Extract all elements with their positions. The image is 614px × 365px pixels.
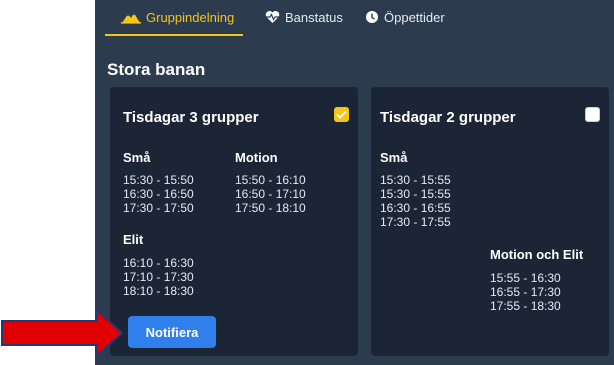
group-label-motion-och-elit: Motion och Elit	[490, 247, 584, 262]
checkmark-icon	[336, 110, 347, 119]
schedule-card-2-groups: Tisdagar 2 grupper Små 15:30 - 15:55 15:…	[371, 87, 609, 356]
time-slot: 15:30 - 15:50	[123, 173, 194, 187]
tab-banstatus[interactable]: Banstatus	[265, 10, 343, 34]
tab-label: Banstatus	[285, 10, 343, 25]
group-label-motion: Motion	[235, 150, 278, 165]
time-slot: 17:30 - 17:50	[123, 201, 194, 215]
section-title: Stora banan	[107, 60, 206, 79]
notify-button[interactable]: Notifiera	[128, 316, 216, 348]
group-times-elit: 16:10 - 16:30 17:10 - 17:30 18:10 - 18:3…	[123, 256, 194, 298]
group-times-sma: 15:30 - 15:50 16:30 - 16:50 17:30 - 17:5…	[123, 173, 194, 215]
time-slot: 18:10 - 18:30	[123, 284, 194, 298]
time-slot: 17:10 - 17:30	[123, 270, 194, 284]
tab-bar: Gruppindelning Banstatus Öppettider	[95, 0, 614, 38]
time-slot: 15:30 - 15:55	[380, 187, 451, 201]
group-label-elit: Elit	[123, 232, 144, 247]
tab-label: Öppettider	[384, 10, 445, 25]
mountain-icon	[121, 10, 141, 24]
time-slot: 16:10 - 16:30	[123, 256, 194, 270]
time-slot: 17:55 - 18:30	[490, 299, 561, 313]
group-label-sma: Små	[380, 150, 408, 165]
tab-gruppindelning[interactable]: Gruppindelning	[121, 10, 234, 34]
group-times-motion-och-elit: 15:55 - 16:30 16:55 - 17:30 17:55 - 18:3…	[490, 271, 561, 313]
active-tab-indicator	[105, 34, 243, 36]
time-slot: 15:50 - 16:10	[235, 173, 306, 187]
tab-label: Gruppindelning	[146, 10, 235, 25]
clock-icon	[365, 10, 379, 24]
time-slot: 15:55 - 16:30	[490, 271, 561, 285]
red-arrow-icon	[1, 307, 124, 359]
group-times-sma: 15:30 - 15:55 15:30 - 15:55 16:30 - 16:5…	[380, 173, 451, 229]
time-slot: 16:55 - 17:30	[490, 285, 561, 299]
time-slot: 16:30 - 16:50	[123, 187, 194, 201]
app-window: Gruppindelning Banstatus Öppettider Stor…	[95, 0, 614, 365]
group-label-sma: Små	[123, 150, 151, 165]
tab-oppettider[interactable]: Öppettider	[365, 10, 445, 34]
time-slot: 17:30 - 17:55	[380, 215, 451, 229]
time-slot: 15:30 - 15:55	[380, 173, 451, 187]
card-title: Tisdagar 2 grupper	[380, 109, 516, 126]
time-slot: 16:30 - 16:55	[380, 201, 451, 215]
card-checkbox[interactable]	[585, 107, 600, 122]
time-slot: 16:50 - 17:10	[235, 187, 306, 201]
heart-pulse-icon	[265, 10, 280, 24]
group-times-motion: 15:50 - 16:10 16:50 - 17:10 17:50 - 18:1…	[235, 173, 306, 215]
card-title: Tisdagar 3 grupper	[123, 109, 259, 126]
card-checkbox[interactable]	[334, 107, 349, 122]
time-slot: 17:50 - 18:10	[235, 201, 306, 215]
